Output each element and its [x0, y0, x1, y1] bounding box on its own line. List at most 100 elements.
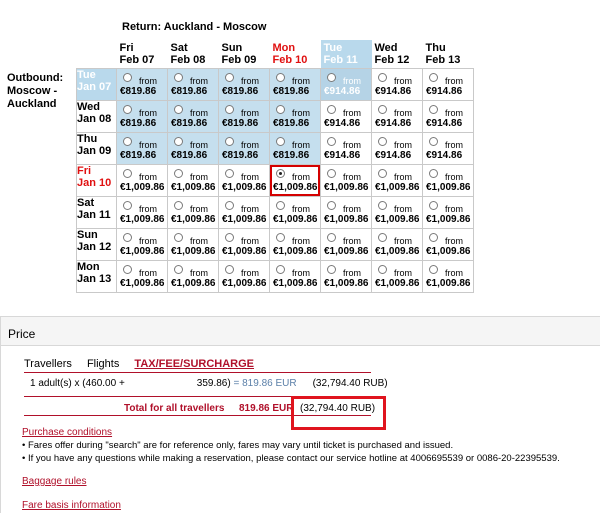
fare-option[interactable]: from €1,009.86	[168, 261, 218, 292]
fare-option[interactable]: from €1,009.86	[168, 197, 218, 228]
fare-radio-button[interactable]	[276, 136, 285, 146]
fare-cell[interactable]: from €1,009.86	[269, 163, 321, 197]
fare-cell[interactable]: from €1,009.86	[269, 259, 321, 293]
fare-option[interactable]: from €819.86	[219, 69, 269, 100]
fare-option[interactable]: from €1,009.86	[117, 197, 167, 228]
fare-radio-button[interactable]	[174, 200, 183, 210]
fare-option[interactable]: from €819.86	[168, 101, 218, 132]
fare-option[interactable]: from €1,009.86	[372, 165, 422, 196]
fare-option[interactable]: from €819.86	[219, 101, 269, 132]
fare-option[interactable]: from €914.86	[372, 69, 422, 100]
fare-radio-button[interactable]	[174, 168, 183, 178]
fare-cell[interactable]: from €1,009.86	[371, 195, 423, 229]
fare-radio-button[interactable]	[327, 168, 336, 178]
tab-flights[interactable]: Flights	[87, 358, 119, 370]
fare-radio-button[interactable]	[276, 200, 285, 210]
fare-radio-button[interactable]	[429, 104, 438, 114]
fare-cell[interactable]: from €819.86	[269, 131, 321, 165]
fare-cell[interactable]: from €914.86	[320, 131, 372, 165]
fare-radio-button[interactable]	[327, 72, 336, 82]
fare-option[interactable]: from €819.86	[117, 69, 167, 100]
fare-cell[interactable]: from €1,009.86	[371, 259, 423, 293]
fare-radio-button[interactable]	[429, 72, 438, 82]
fare-cell[interactable]: from €1,009.86	[320, 195, 372, 229]
fare-option[interactable]: from €819.86	[270, 69, 320, 100]
tab-travellers[interactable]: Travellers	[24, 358, 72, 370]
fare-cell[interactable]: from €914.86	[371, 67, 423, 101]
fare-cell[interactable]: from €914.86	[320, 67, 372, 101]
fare-radio-button[interactable]	[276, 104, 285, 114]
fare-cell[interactable]: from €1,009.86	[167, 259, 219, 293]
fare-radio-button[interactable]	[123, 264, 132, 274]
fare-option[interactable]: from €1,009.86	[219, 165, 269, 196]
fare-radio-button[interactable]	[123, 136, 132, 146]
fare-radio-button[interactable]	[174, 264, 183, 274]
fare-cell[interactable]: from €1,009.86	[116, 163, 168, 197]
fare-cell[interactable]: from €819.86	[218, 67, 270, 101]
fare-radio-button[interactable]	[276, 264, 285, 274]
fare-radio-button[interactable]	[378, 168, 387, 178]
fare-radio-button[interactable]	[225, 136, 234, 146]
fare-cell[interactable]: from €1,009.86	[218, 163, 270, 197]
fare-radio-button[interactable]	[174, 232, 183, 242]
fare-radio-button[interactable]	[225, 232, 234, 242]
fare-option[interactable]: from €914.86	[321, 69, 371, 100]
fare-cell[interactable]: from €819.86	[269, 67, 321, 101]
fare-cell[interactable]: from €1,009.86	[116, 259, 168, 293]
fare-option[interactable]: from €819.86	[270, 133, 320, 164]
fare-option[interactable]: from €1,009.86	[423, 165, 473, 196]
fare-radio-button[interactable]	[123, 168, 132, 178]
fare-option[interactable]: from €1,009.86	[372, 229, 422, 260]
fare-option[interactable]: from €1,009.86	[372, 261, 422, 292]
fare-option[interactable]: from €1,009.86	[423, 261, 473, 292]
fare-radio-button[interactable]	[174, 72, 183, 82]
fare-radio-button[interactable]	[429, 168, 438, 178]
fare-option[interactable]: from €1,009.86	[423, 229, 473, 260]
fare-option[interactable]: from €914.86	[423, 133, 473, 164]
fare-option[interactable]: from €1,009.86	[168, 229, 218, 260]
fare-option[interactable]: from €819.86	[117, 133, 167, 164]
fare-option[interactable]: from €1,009.86	[321, 229, 371, 260]
fare-option[interactable]: from €1,009.86	[321, 165, 371, 196]
fare-option[interactable]: from €914.86	[372, 101, 422, 132]
fare-radio-button[interactable]	[378, 72, 387, 82]
fare-option[interactable]: from €1,009.86	[270, 164, 320, 196]
fare-cell[interactable]: from €1,009.86	[422, 259, 474, 293]
fare-radio-button[interactable]	[327, 104, 336, 114]
fare-option[interactable]: from €819.86	[117, 101, 167, 132]
fare-cell[interactable]: from €1,009.86	[422, 227, 474, 261]
fare-option[interactable]: from €914.86	[372, 133, 422, 164]
fare-radio-button[interactable]	[327, 200, 336, 210]
fare-cell[interactable]: from €1,009.86	[422, 163, 474, 197]
fare-option[interactable]: from €1,009.86	[372, 197, 422, 228]
fare-radio-button[interactable]	[327, 232, 336, 242]
fare-radio-button[interactable]	[429, 200, 438, 210]
fare-cell[interactable]: from €819.86	[269, 99, 321, 133]
fare-option[interactable]: from €1,009.86	[117, 229, 167, 260]
fare-radio-button[interactable]	[429, 264, 438, 274]
fare-radio-button[interactable]	[378, 232, 387, 242]
fare-cell[interactable]: from €1,009.86	[167, 163, 219, 197]
fare-radio-button[interactable]	[276, 168, 285, 178]
fare-cell[interactable]: from €1,009.86	[116, 227, 168, 261]
fare-option[interactable]: from €1,009.86	[117, 261, 167, 292]
fare-radio-button[interactable]	[429, 136, 438, 146]
fare-option[interactable]: from €914.86	[321, 101, 371, 132]
fare-cell[interactable]: from €819.86	[218, 131, 270, 165]
fare-basis-link[interactable]: Fare basis information	[22, 500, 121, 511]
fare-option[interactable]: from €1,009.86	[270, 261, 320, 292]
fare-cell[interactable]: from €914.86	[371, 99, 423, 133]
fare-radio-button[interactable]	[378, 264, 387, 274]
purchase-conditions-link[interactable]: Purchase conditions	[22, 427, 112, 438]
fare-cell[interactable]: from €1,009.86	[167, 195, 219, 229]
fare-cell[interactable]: from €1,009.86	[371, 163, 423, 197]
fare-option[interactable]: from €1,009.86	[423, 197, 473, 228]
fare-radio-button[interactable]	[174, 104, 183, 114]
fare-radio-button[interactable]	[123, 200, 132, 210]
fare-radio-button[interactable]	[276, 72, 285, 82]
fare-option[interactable]: from €914.86	[423, 101, 473, 132]
fare-radio-button[interactable]	[225, 264, 234, 274]
fare-cell[interactable]: from €1,009.86	[269, 227, 321, 261]
fare-option[interactable]: from €819.86	[219, 133, 269, 164]
fare-radio-button[interactable]	[225, 104, 234, 114]
